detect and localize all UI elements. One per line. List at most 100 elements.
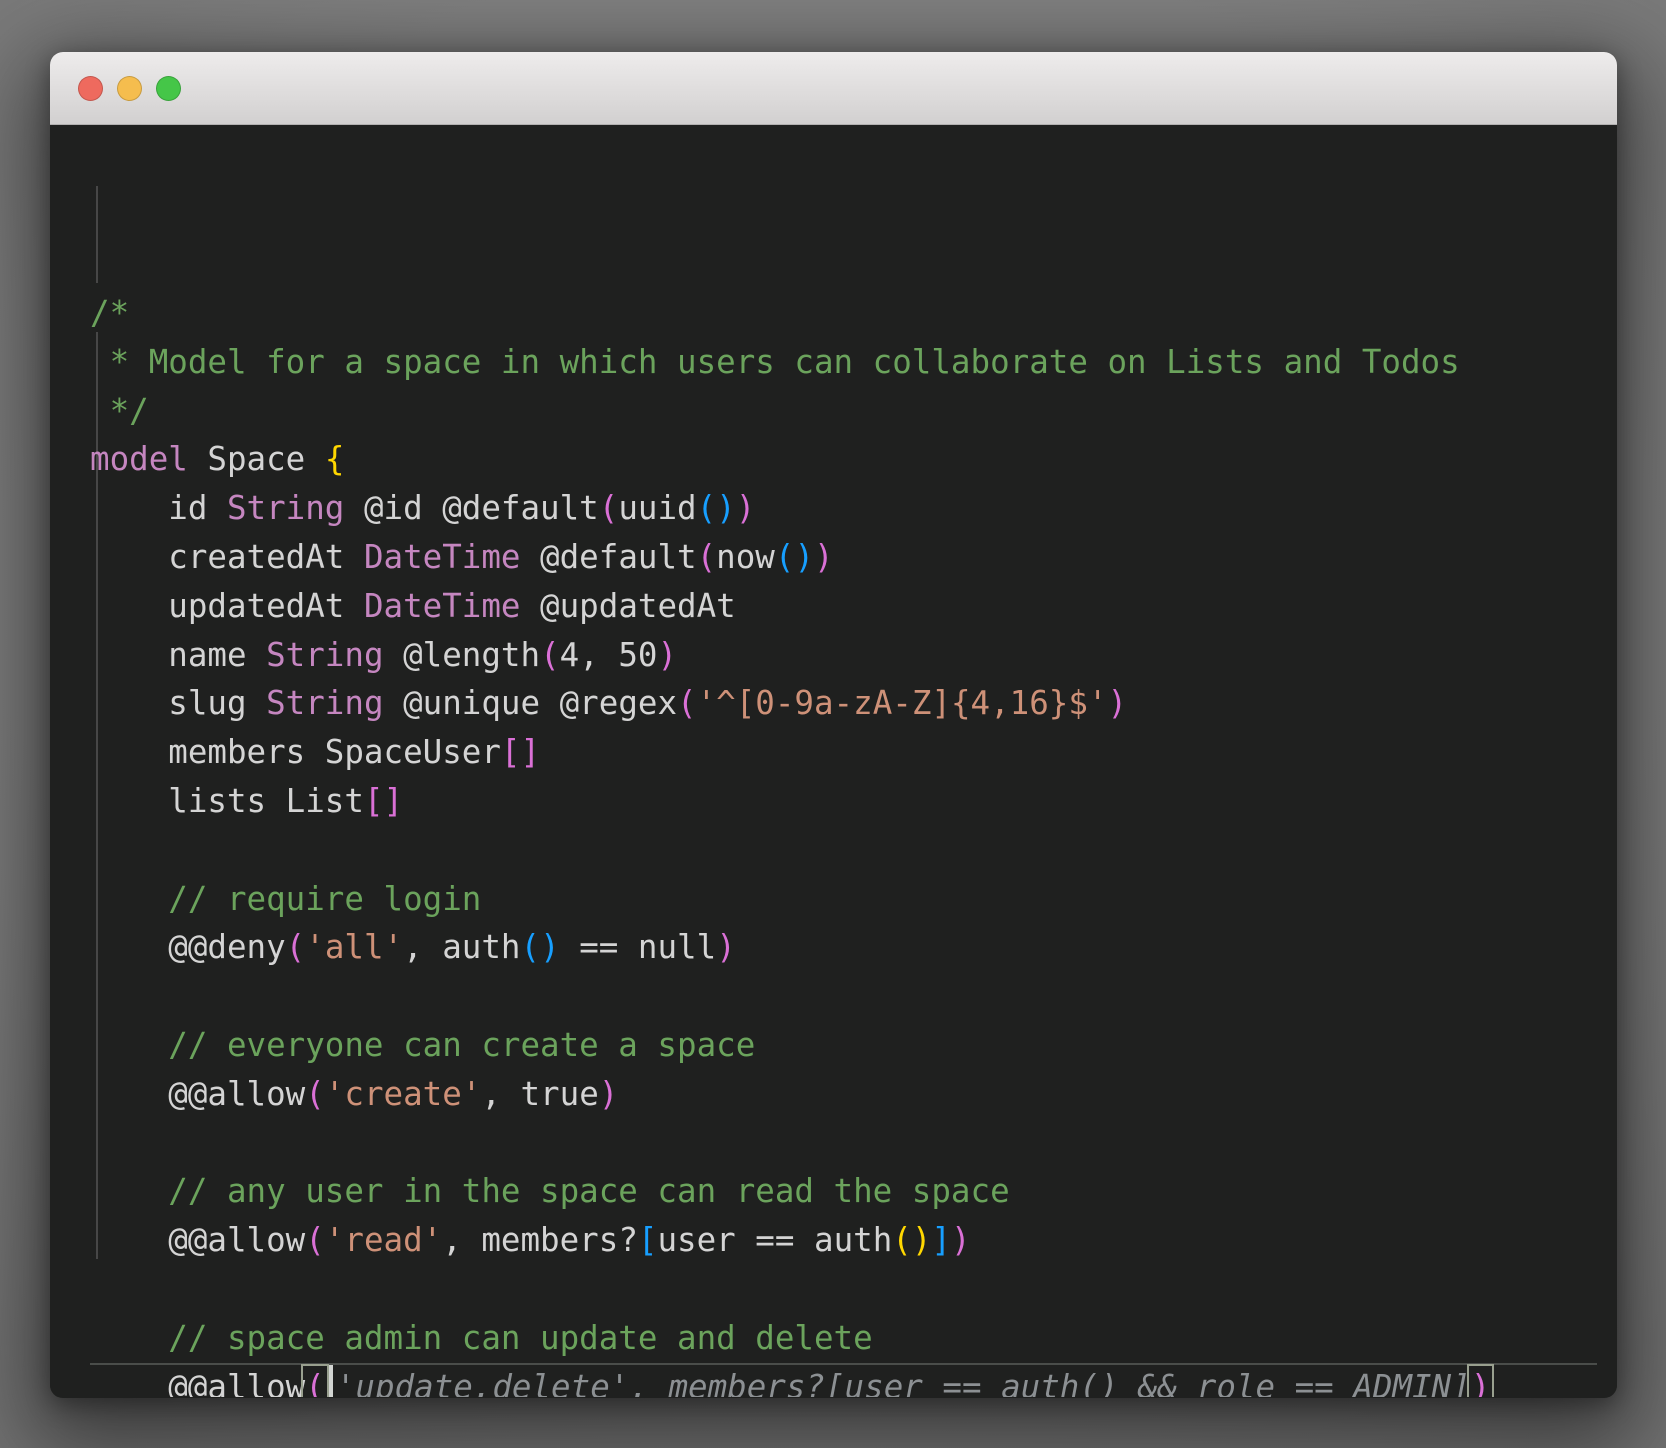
code-line: // everyone can create a space xyxy=(90,1021,1597,1070)
code-token: @length xyxy=(383,635,541,674)
code-token: members SpaceUser xyxy=(90,733,501,772)
code-token: now xyxy=(716,537,775,576)
code-token: @@deny xyxy=(90,928,286,967)
code-token: slug xyxy=(90,684,267,723)
code-token: ] xyxy=(931,1221,951,1260)
code-content: /* * Model for a space in which users ca… xyxy=(90,289,1597,1397)
code-token: ( xyxy=(598,489,619,528)
zoom-button[interactable] xyxy=(156,75,181,101)
code-token: [ xyxy=(637,1221,658,1260)
code-token: @unique @regex xyxy=(383,684,678,723)
code-token: DateTime xyxy=(363,537,521,576)
code-token: ) xyxy=(657,635,678,674)
code-token: uuid xyxy=(618,489,697,528)
code-token: lists List xyxy=(90,781,364,820)
code-token: 'update,delete', members?[user == auth()… xyxy=(335,1367,1471,1397)
code-token: ( xyxy=(305,1074,325,1113)
code-token: @@allow xyxy=(168,1367,306,1397)
code-token: @default xyxy=(520,537,697,576)
code-token: ) xyxy=(1466,1363,1495,1397)
code-line: createdAt DateTime @default(now()) xyxy=(90,533,1597,582)
code-token: DateTime xyxy=(363,586,521,625)
code-line: // space admin can update and delete xyxy=(90,1314,1597,1363)
code-line: id String @id @default(uuid()) xyxy=(90,484,1597,533)
code-token: [] xyxy=(500,733,541,772)
code-token: String xyxy=(266,635,384,674)
code-token: id xyxy=(90,489,227,528)
code-token: * Model for a space in which users can c… xyxy=(90,342,1460,381)
code-token: name xyxy=(90,635,267,674)
indent-guide xyxy=(96,185,98,284)
code-token: 'create' xyxy=(324,1074,482,1113)
code-token: // everyone can create a space xyxy=(90,1025,756,1064)
code-token: /* xyxy=(90,294,130,332)
code-line: /* xyxy=(90,289,1597,338)
code-token: Space xyxy=(187,440,325,479)
code-token: createdAt xyxy=(90,537,364,576)
code-token: // space admin can update and delete xyxy=(90,1318,873,1357)
code-line: updatedAt DateTime @updatedAt xyxy=(90,582,1597,631)
code-line: slug String @unique @regex('^[0-9a-zA-Z]… xyxy=(90,679,1597,728)
code-line: members SpaceUser[] xyxy=(90,728,1597,777)
code-token: @updatedAt xyxy=(520,586,736,625)
code-token: ( xyxy=(540,635,560,674)
code-token: updatedAt xyxy=(90,586,364,625)
code-token: () xyxy=(696,489,736,528)
code-token: [] xyxy=(363,781,404,820)
code-token: ( xyxy=(677,684,697,723)
code-token: ( xyxy=(301,1363,329,1397)
code-token: ( xyxy=(696,537,717,576)
code-line: name String @length(4, 50) xyxy=(90,631,1597,680)
code-token: String xyxy=(266,684,384,723)
code-token: @@allow xyxy=(90,1221,306,1260)
code-line: model Space { xyxy=(90,435,1597,484)
code-token: ) xyxy=(951,1221,971,1260)
code-line: lists List[] xyxy=(90,777,1597,826)
code-token: // require login xyxy=(90,879,482,918)
code-token: { xyxy=(324,440,345,479)
code-token: */ xyxy=(90,391,149,430)
code-token: 'read' xyxy=(324,1221,443,1260)
app-window: /* * Model for a space in which users ca… xyxy=(50,52,1617,1398)
code-token: model xyxy=(90,440,188,479)
code-token: @@allow xyxy=(90,1074,306,1113)
text-cursor xyxy=(328,1365,333,1397)
code-token: () xyxy=(774,537,815,576)
code-line: @@allow('update,delete', members?[user =… xyxy=(90,1363,1597,1397)
code-token: ( xyxy=(305,1221,325,1260)
code-line: @@allow('read', members?[user == auth()]… xyxy=(90,1216,1597,1265)
error-squiggle-region: @@allow('update,delete', members?[user =… xyxy=(168,1363,1495,1397)
code-token: , auth xyxy=(403,928,521,967)
code-token: '^[0-9a-zA-Z]{4,16}$' xyxy=(696,684,1108,723)
code-token: @id @default xyxy=(344,489,599,528)
code-token: ) xyxy=(716,928,736,967)
close-button[interactable] xyxy=(78,75,103,101)
code-token: String xyxy=(226,489,345,528)
code-token: () xyxy=(892,1221,932,1260)
code-token: 4, 50 xyxy=(559,635,658,674)
code-token: , true xyxy=(481,1074,599,1113)
code-line: */ xyxy=(90,387,1597,436)
minimize-button[interactable] xyxy=(117,75,142,101)
code-line: * Model for a space in which users can c… xyxy=(90,338,1597,387)
code-line: // any user in the space can read the sp… xyxy=(90,1167,1597,1216)
code-token: ) xyxy=(598,1074,619,1113)
code-token: () xyxy=(520,928,560,967)
code-token: ( xyxy=(285,928,306,967)
code-editor[interactable]: /* * Model for a space in which users ca… xyxy=(50,125,1617,1397)
code-line: @@allow('create', true) xyxy=(90,1070,1597,1119)
code-token: ) xyxy=(1107,684,1128,723)
code-line: @@deny('all', auth() == null) xyxy=(90,923,1597,972)
code-line: // require login xyxy=(90,875,1597,924)
code-token: == null xyxy=(559,928,717,967)
code-token: user == auth xyxy=(657,1221,893,1260)
code-token: 'all' xyxy=(305,928,404,967)
code-token: // any user in the space can read the sp… xyxy=(90,1172,1010,1211)
window-titlebar[interactable] xyxy=(50,52,1617,125)
code-token: ) xyxy=(735,489,756,528)
